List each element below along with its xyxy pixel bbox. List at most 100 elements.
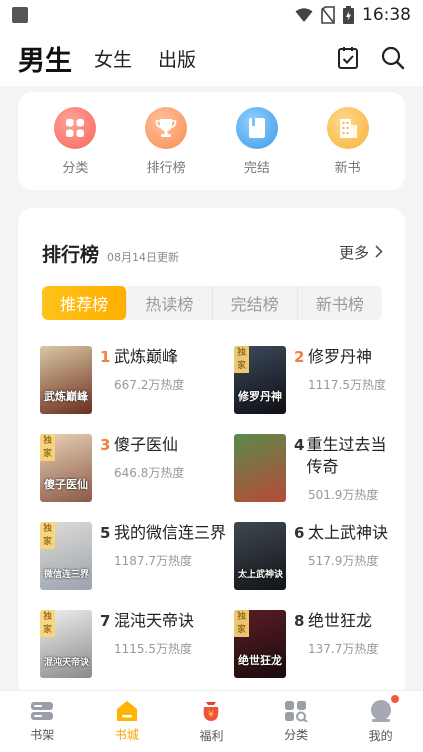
building-icon	[326, 106, 369, 149]
book-cover[interactable]: 独家傻子医仙	[40, 434, 92, 502]
cover-title: 修罗丹神	[238, 390, 282, 403]
ranking-card: 排行榜 08月14日更新 更多 推荐榜 热读榜 完结榜 新书榜 武炼巅峰 1 武炼巅…	[18, 208, 405, 698]
nav-category[interactable]: 分类	[266, 700, 326, 743]
book-icon	[235, 106, 278, 149]
trophy-icon	[145, 106, 188, 149]
notification-badge	[390, 695, 399, 703]
tab-publish[interactable]: 出版	[158, 45, 196, 72]
status-bar: 16:38	[0, 0, 423, 30]
book-item[interactable]: 武炼巅峰 1 武炼巅峰 667.2万热度	[40, 346, 234, 414]
book-item[interactable]: 独家混沌天帝诀 7 混沌天帝诀 1115.5万热度	[40, 610, 234, 678]
shortcut-completed[interactable]: 完结	[222, 106, 292, 176]
nav-profile[interactable]: 我的	[351, 695, 411, 744]
ranking-title: 排行榜	[42, 244, 100, 266]
cover-title: 傻子医仙	[44, 478, 88, 491]
book-cover[interactable]: 独家绝世狂龙	[234, 610, 286, 678]
shortcut-label: 完结	[243, 160, 270, 176]
grid-icon	[54, 106, 97, 149]
shortcut-label: 排行榜	[146, 160, 186, 176]
book-rank: 7	[100, 612, 111, 630]
tab-recommended[interactable]: 推荐榜	[42, 286, 128, 320]
tab-male[interactable]: 男生	[18, 39, 72, 78]
cover-title: 微信连三界	[44, 570, 90, 580]
tab-new-books[interactable]: 新书榜	[298, 286, 382, 320]
exclusive-badge: 独家	[40, 434, 55, 461]
book-heat: 1115.5万热度	[114, 642, 192, 656]
ranking-tabs: 推荐榜 热读榜 完结榜 新书榜	[42, 286, 382, 320]
book-heat: 646.8万热度	[114, 466, 185, 480]
exclusive-badge: 独家	[40, 522, 55, 549]
no-sim-icon	[321, 6, 335, 24]
cover-title: 绝世狂龙	[238, 654, 282, 667]
nav-label: 福利	[199, 729, 224, 743]
more-button[interactable]: 更多	[339, 242, 383, 263]
book-title[interactable]: 绝世狂龙	[308, 610, 372, 632]
cover-title: 武炼巅峰	[44, 390, 88, 403]
gift-bag-icon: ¥	[199, 699, 223, 723]
nav-label: 分类	[284, 728, 309, 742]
book-cover[interactable]: 武炼巅峰	[40, 346, 92, 414]
book-heat: 667.2万热度	[114, 378, 185, 392]
book-title[interactable]: 太上武神诀	[308, 522, 388, 544]
exclusive-badge: 独家	[234, 346, 249, 373]
book-title[interactable]: 修罗丹神	[308, 346, 372, 368]
book-title[interactable]: 我的微信连三界	[114, 522, 226, 544]
book-cover[interactable]: 太上武神诀	[234, 522, 286, 590]
book-cover[interactable]: 独家混沌天帝诀	[40, 610, 92, 678]
book-item[interactable]: 太上武神诀 6 太上武神诀 517.9万热度	[234, 522, 390, 590]
book-rank: 4	[294, 436, 305, 454]
book-rank: 8	[294, 612, 305, 630]
nav-label: 我的	[368, 729, 393, 743]
notification-icon	[12, 7, 28, 23]
bottom-nav: 书架 书城 ¥ 福利 分类 我的	[0, 690, 423, 752]
book-rank: 5	[100, 524, 111, 542]
book-item[interactable]: 独家绝世狂龙 8 绝世狂龙 137.7万热度	[234, 610, 390, 678]
book-cover[interactable]	[234, 434, 286, 502]
top-nav: 男生 女生 出版	[0, 30, 423, 86]
shortcut-card: 分类 排行榜 完结 新书	[18, 92, 405, 190]
search-icon[interactable]	[381, 46, 405, 70]
profile-icon	[369, 699, 393, 723]
book-item[interactable]: 独家傻子医仙 3 傻子医仙 646.8万热度	[40, 434, 234, 502]
exclusive-badge: 独家	[40, 610, 55, 637]
tab-female[interactable]: 女生	[94, 45, 132, 72]
book-title[interactable]: 武炼巅峰	[114, 346, 178, 368]
wifi-icon	[295, 7, 313, 23]
book-cover[interactable]: 独家微信连三界	[40, 522, 92, 590]
nav-welfare[interactable]: ¥ 福利	[181, 699, 241, 744]
shortcut-label: 分类	[62, 160, 89, 176]
bookstore-icon	[115, 700, 139, 722]
category-icon	[284, 700, 308, 722]
book-item[interactable]: 4 重生过去当传奇 501.9万热度	[234, 434, 390, 502]
book-cover[interactable]: 独家修罗丹神	[234, 346, 286, 414]
ranking-update-date: 08月14日更新	[107, 251, 180, 264]
book-title[interactable]: 傻子医仙	[114, 434, 178, 456]
book-heat: 1117.5万热度	[308, 378, 386, 392]
cover-title: 混沌天帝诀	[44, 658, 90, 668]
book-title[interactable]: 混沌天帝诀	[114, 610, 194, 632]
book-heat: 501.9万热度	[308, 488, 379, 502]
nav-label: 书城	[114, 728, 139, 742]
book-rank: 2	[294, 348, 305, 366]
book-title[interactable]: 重生过去当传奇	[306, 434, 390, 478]
book-rank: 3	[100, 436, 111, 454]
book-item[interactable]: 独家微信连三界 5 我的微信连三界 1187.7万热度	[40, 522, 234, 590]
bookshelf-icon	[30, 700, 54, 722]
tab-hot-reading[interactable]: 热读榜	[127, 286, 213, 320]
shortcut-category[interactable]: 分类	[40, 106, 110, 176]
shortcut-ranking[interactable]: 排行榜	[131, 106, 201, 176]
book-list: 武炼巅峰 1 武炼巅峰 667.2万热度独家修罗丹神 2 修罗丹神 1117.5万热度独家傻…	[40, 346, 390, 678]
nav-bookstore[interactable]: 书城	[97, 700, 157, 743]
more-label: 更多	[338, 244, 369, 262]
tab-completed[interactable]: 完结榜	[213, 286, 298, 320]
book-rank: 6	[294, 524, 305, 542]
shortcut-label: 新书	[334, 160, 361, 176]
book-item[interactable]: 独家修罗丹神 2 修罗丹神 1117.5万热度	[234, 346, 390, 414]
checklist-icon[interactable]	[337, 46, 359, 70]
book-heat: 1187.7万热度	[114, 554, 192, 568]
book-rank: 1	[100, 348, 111, 366]
book-heat: 517.9万热度	[308, 554, 379, 568]
cover-title: 太上武神诀	[238, 570, 284, 580]
shortcut-new-books[interactable]: 新书	[313, 106, 383, 176]
nav-bookshelf[interactable]: 书架	[12, 700, 72, 743]
